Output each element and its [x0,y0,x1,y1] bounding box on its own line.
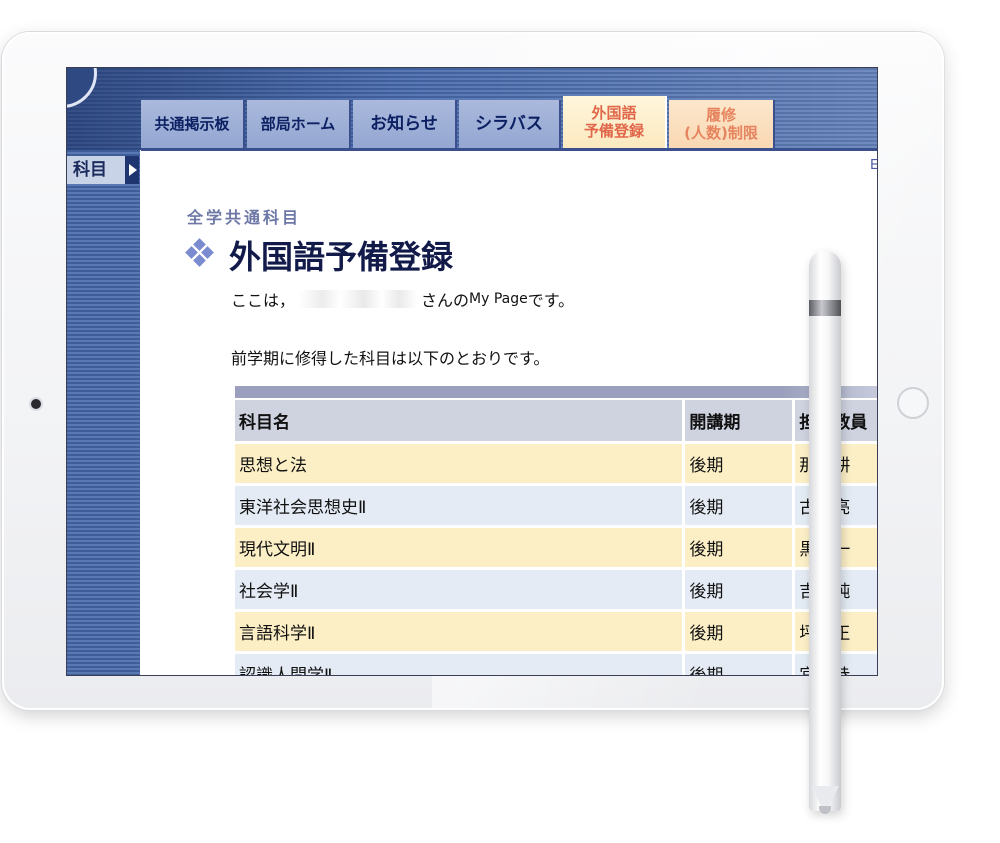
table-row: 現代文明Ⅱ 後期 黒 一 [235,526,877,570]
tab-notices[interactable]: お知らせ [353,100,457,148]
tab-label-line1: 外国語 [591,104,637,122]
tab-label-line2: (人数)制限 [684,124,758,142]
home-button[interactable] [897,387,929,419]
course-name: 認識人間学Ⅱ [235,652,686,675]
course-name: 社会学Ⅱ [235,568,686,612]
course-name: 現代文明Ⅱ [235,526,686,570]
language-link[interactable]: E [870,158,877,173]
course-term: 後期 [683,526,796,570]
table-header-row: 科目名 開講期 担当教員 [235,400,877,444]
stylus-band [809,300,841,316]
table-row: 東洋社会思想史Ⅱ 後期 古 亮 [235,484,877,528]
tab-enrollment-limit[interactable]: 履修 (人数)制限 [669,100,775,148]
courses-table: 科目名 開講期 担当教員 思想と法 後期 那 耕 東洋社会思想史Ⅱ 後期 古 亮… [235,400,877,675]
diamond-bullet-icon [185,238,214,267]
tab-syllabus[interactable]: シラバス [459,100,561,148]
intro-end: です。 [527,291,575,310]
stylus-pencil [809,251,841,811]
tab-label-line2: 予備登録 [583,122,644,140]
table-row: 認識人間学Ⅱ 後期 宮 恭 [235,652,877,675]
page-title: 外国語予備登録 [229,238,454,276]
header-divider [141,148,877,151]
sidebar-item-courses[interactable]: 科目 [67,156,127,184]
course-term: 後期 [683,610,796,654]
table-row: 社会学Ⅱ 後期 吉 純 [235,568,877,612]
front-camera [31,399,41,409]
masked-user-name [299,290,418,308]
my-page-text: My Page [469,291,528,307]
sidebar [67,150,140,675]
tab-department-home[interactable]: 部局ホーム [247,100,351,148]
intro-text: ここは， さんの My Page です。 [231,287,574,311]
intro-prefix: ここは， [231,291,296,310]
tab-bulletin-board[interactable]: 共通掲示板 [141,100,245,148]
course-name: 東洋社会思想史Ⅱ [235,484,686,528]
course-term: 後期 [683,484,796,528]
course-name: 言語科学Ⅱ [235,610,686,654]
table-row: 言語科学Ⅱ 後期 坪 正 [235,610,877,654]
table-row: 思想と法 後期 那 耕 [235,442,877,486]
course-term: 後期 [683,568,796,612]
course-term: 後期 [683,442,796,486]
course-term: 後期 [683,652,796,675]
course-name: 思想と法 [235,442,686,486]
header-term: 開講期 [683,400,796,444]
tab-foreign-language-preregistration[interactable]: 外国語 予備登録 [563,96,667,148]
intro-suffix: さんの [421,291,470,310]
previous-term-text: 前学期に修得した科目は以下のとおりです。 [231,349,550,368]
tablet-screen: 共通掲示板 部局ホーム お知らせ シラバス 外国語 予備登録 履修 (人数)制限… [66,67,878,676]
table-top-bar [235,386,877,398]
tab-label-line1: 履修 [705,106,736,124]
header-course-name: 科目名 [235,400,686,444]
page-category: 全学共通科目 [187,208,302,227]
chevron-right-icon[interactable] [125,156,139,184]
